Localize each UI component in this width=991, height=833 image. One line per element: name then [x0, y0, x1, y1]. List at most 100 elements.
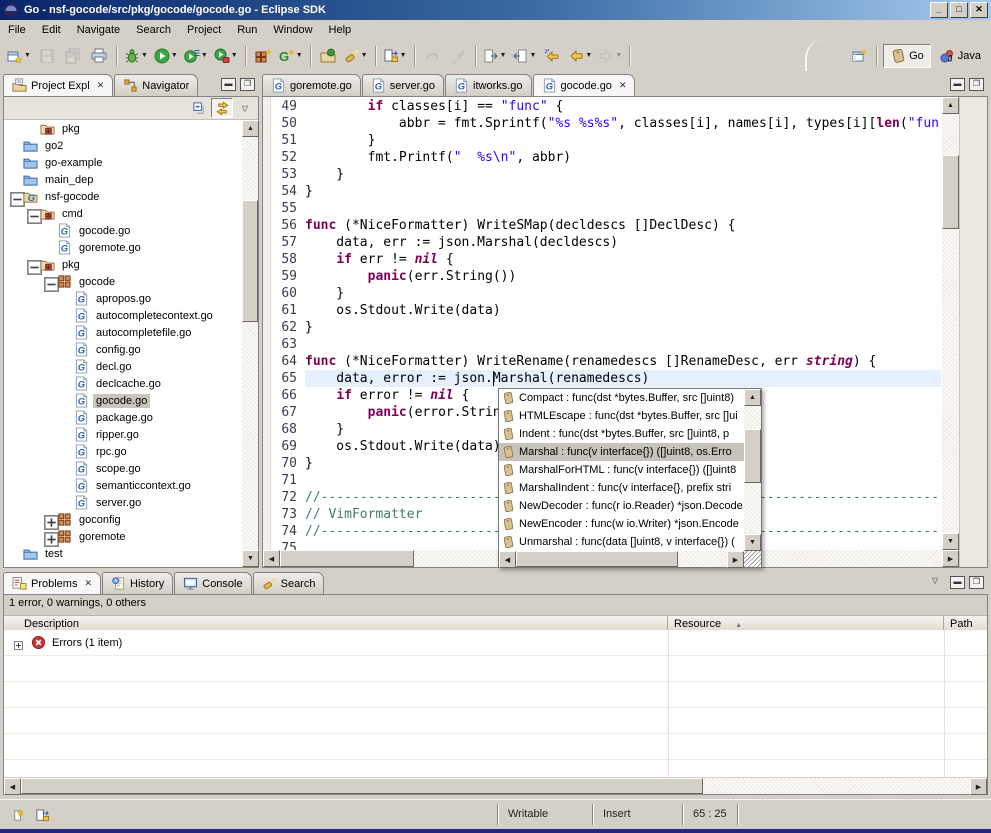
profile-button[interactable]: ▼	[212, 45, 240, 67]
tree-item-test[interactable]: test	[4, 545, 241, 562]
debug-dropdown[interactable]: ▼	[141, 52, 148, 59]
scroll-thumb[interactable]	[21, 778, 703, 794]
menu-edit[interactable]: Edit	[34, 21, 69, 39]
tree-item-gocode-go[interactable]: Ggocode.go	[4, 222, 241, 239]
tree-item-goremote[interactable]: goremote	[4, 528, 241, 545]
completion-item[interactable]: Compact : func(dst *bytes.Buffer, src []…	[499, 389, 744, 407]
perspective-java[interactable]: JJava	[933, 45, 987, 67]
fast-view-button[interactable]: ▼	[381, 45, 409, 67]
new-wizard-dropdown[interactable]: ▼	[24, 52, 31, 59]
problems-maximize-icon[interactable]: ❒	[969, 576, 984, 589]
completion-item[interactable]: NewEncoder : func(w io.Writer) *json.Enc…	[499, 515, 744, 533]
explorer-tab-close-icon[interactable]: ✕	[97, 80, 105, 91]
search-dropdown[interactable]: ▼	[361, 52, 368, 59]
popup-horizontal-scrollbar[interactable]: ◀▶	[499, 551, 744, 567]
editor-tab-server-go[interactable]: Gserver.go	[362, 74, 444, 96]
scroll-right-button[interactable]: ▶	[942, 550, 959, 567]
next-annotation-button[interactable]: ▼	[481, 45, 509, 67]
scroll-left-button[interactable]: ◀	[263, 550, 280, 567]
completion-item[interactable]: NewDecoder : func(r io.Reader) *json.Dec…	[499, 497, 744, 515]
scroll-thumb[interactable]	[744, 429, 761, 483]
new-package-button[interactable]	[251, 45, 275, 67]
collapse-icon[interactable]	[10, 192, 19, 201]
tree-item-autocompletefile-go[interactable]: Gautocompletefile.go	[4, 324, 241, 341]
collapse-icon[interactable]	[27, 209, 36, 218]
fast-view-icon[interactable]	[8, 805, 28, 825]
expand-icon[interactable]	[44, 532, 53, 541]
problems-view-menu-icon[interactable]: ▽	[932, 576, 938, 589]
completion-item[interactable]: HTMLEscape : func(dst *bytes.Buffer, src…	[499, 407, 744, 425]
menu-navigate[interactable]: Navigate	[69, 21, 128, 39]
popup-vertical-scrollbar[interactable]: ▲▼	[744, 389, 761, 551]
scroll-up-button[interactable]: ▲	[942, 97, 959, 114]
scroll-thumb[interactable]	[942, 155, 959, 229]
tree-item-ripper-go[interactable]: Gripper.go	[4, 426, 241, 443]
new-element-dropdown[interactable]: ▼	[296, 52, 303, 59]
project-tree[interactable]: pkggo2go-examplemain_depGnsf-gocodecmdGg…	[4, 120, 241, 567]
scroll-thumb[interactable]	[516, 551, 678, 567]
close-button[interactable]: ✕	[970, 2, 988, 18]
tree-item-goremote-go[interactable]: Ggoremote.go	[4, 239, 241, 256]
fast-view-dropdown[interactable]: ▼	[400, 52, 407, 59]
scroll-thumb[interactable]	[280, 550, 414, 567]
print-button[interactable]	[87, 45, 111, 67]
scroll-down-button[interactable]: ▼	[942, 533, 959, 550]
expand-icon[interactable]	[44, 515, 53, 524]
scroll-down-button[interactable]: ▼	[242, 550, 259, 567]
back-dropdown[interactable]: ▼	[585, 52, 592, 59]
tree-item-goconfig[interactable]: goconfig	[4, 511, 241, 528]
tree-item-gocode[interactable]: gocode	[4, 273, 241, 290]
menu-file[interactable]: File	[0, 21, 34, 39]
editor-tab-goremote-go[interactable]: Ggoremote.go	[262, 74, 361, 96]
menu-help[interactable]: Help	[321, 21, 360, 39]
tree-item-apropos-go[interactable]: Gapropos.go	[4, 290, 241, 307]
tree-item-go-example[interactable]: go-example	[4, 154, 241, 171]
tree-item-semanticcontext-go[interactable]: Gsemanticcontext.go	[4, 477, 241, 494]
scroll-up-button[interactable]: ▲	[744, 389, 761, 406]
completion-item[interactable]: Indent : func(dst *bytes.Buffer, src []u…	[499, 425, 744, 443]
tree-item-pkg[interactable]: pkg	[4, 120, 241, 137]
search-button[interactable]: ▼	[342, 45, 370, 67]
collapse-icon[interactable]	[27, 260, 36, 269]
menu-search[interactable]: Search	[128, 21, 179, 39]
problems-horizontal-scrollbar[interactable]: ◀▶	[4, 778, 987, 794]
open-resource-button[interactable]	[316, 45, 340, 67]
show-view-icon[interactable]	[32, 805, 52, 825]
scroll-right-button[interactable]: ▶	[970, 778, 987, 795]
menu-project[interactable]: Project	[179, 21, 229, 39]
collapse-all-button[interactable]	[189, 99, 209, 117]
problems-row-errors[interactable]: Errors (1 item)	[4, 630, 987, 656]
run-history-button[interactable]: ▼	[182, 45, 210, 67]
run-history-dropdown[interactable]: ▼	[201, 52, 208, 59]
forward-dropdown[interactable]: ▼	[615, 52, 622, 59]
tree-item-cmd[interactable]: cmd	[4, 205, 241, 222]
explorer-tab-project-expl[interactable]: Project Expl✕	[3, 74, 113, 96]
tree-item-autocompletecontext-go[interactable]: Gautocompletecontext.go	[4, 307, 241, 324]
scroll-left-button[interactable]: ◀	[499, 551, 516, 568]
tree-item-server-go[interactable]: Gserver.go	[4, 494, 241, 511]
tree-item-gocode-go[interactable]: Ggocode.go	[4, 392, 241, 409]
completion-item[interactable]: Marshal : func(v interface{}) ([]uint8, …	[499, 443, 744, 461]
problems-minimize-icon[interactable]: ▬	[950, 576, 965, 589]
problems-tab-console[interactable]: Console	[174, 572, 251, 594]
new-wizard-button[interactable]: ▼	[5, 45, 33, 67]
problems-tab-problems[interactable]: Problems✕	[3, 572, 101, 594]
editor-tab-close-icon[interactable]: ✕	[619, 80, 627, 91]
tree-item-main-dep[interactable]: main_dep	[4, 171, 241, 188]
scroll-left-button[interactable]: ◀	[4, 778, 21, 795]
problems-tab-close-icon[interactable]: ✕	[84, 578, 92, 589]
prev-annotation-button[interactable]: ▼	[510, 45, 538, 67]
editor-maximize-icon[interactable]: ❒	[969, 78, 984, 91]
tree-scrollbar[interactable]: ▲▼	[242, 120, 258, 567]
perspective-go[interactable]: Go	[883, 44, 931, 68]
popup-resize-grip[interactable]	[744, 551, 761, 567]
new-element-button[interactable]: G▼	[277, 45, 305, 67]
maximize-button[interactable]: □	[950, 2, 968, 18]
editor-tab-gocode-go[interactable]: Ggocode.go✕	[533, 74, 636, 96]
problems-tab-search[interactable]: Search	[253, 572, 325, 594]
back-button[interactable]: ▼	[566, 45, 594, 67]
tree-item-nsf-gocode[interactable]: Gnsf-gocode	[4, 188, 241, 205]
explorer-maximize-icon[interactable]: ❒	[240, 78, 255, 91]
scroll-right-button[interactable]: ▶	[727, 551, 744, 568]
open-perspective-button[interactable]	[847, 45, 871, 67]
